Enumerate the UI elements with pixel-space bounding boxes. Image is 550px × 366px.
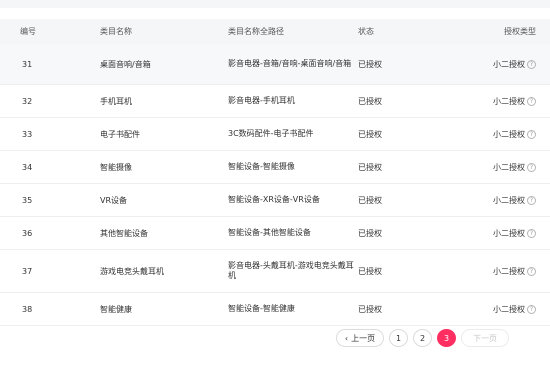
header-category-path: 类目名称全路径 xyxy=(228,26,284,36)
row-auth-type: 小二授权? xyxy=(478,129,550,140)
help-icon[interactable]: ? xyxy=(527,195,536,205)
top-strip xyxy=(0,0,550,8)
row-auth-label: 小二授权 xyxy=(493,266,525,276)
row-id: 38 xyxy=(22,304,33,314)
help-icon[interactable]: ? xyxy=(527,59,536,69)
row-id: 36 xyxy=(22,228,33,238)
row-id: 34 xyxy=(22,162,33,172)
header-id: 编号 xyxy=(20,27,36,36)
row-status: 已授权 xyxy=(358,129,382,139)
row-id: 32 xyxy=(22,96,33,106)
row-category-name: 智能摄像 xyxy=(100,162,132,172)
row-auth-type: 小二授权? xyxy=(478,195,550,206)
help-icon[interactable]: ? xyxy=(527,162,536,172)
row-status: 已授权 xyxy=(358,162,382,172)
table-row[interactable]: 31 桌面音响/音箱 影音电器-音箱/音响-桌面音响/音箱 已授权 小二授权? xyxy=(0,44,550,85)
row-auth-label: 小二授权 xyxy=(493,162,525,172)
page-2-button[interactable]: 2 xyxy=(413,329,432,347)
row-auth-label: 小二授权 xyxy=(493,304,525,314)
header-category-name: 类目名称 xyxy=(100,27,132,36)
help-icon[interactable]: ? xyxy=(527,228,536,238)
row-category-path: 3C数码配件-电子书配件 xyxy=(228,129,314,138)
help-icon[interactable]: ? xyxy=(527,129,536,139)
row-auth-type: 小二授权? xyxy=(478,228,550,239)
row-status: 已授权 xyxy=(358,228,382,238)
row-category-path: 智能设备-智能摄像 xyxy=(228,162,295,171)
row-status: 已授权 xyxy=(358,195,382,205)
row-category-name: 其他智能设备 xyxy=(100,228,148,238)
help-icon[interactable]: ? xyxy=(527,266,536,276)
table-row[interactable]: 37 游戏电竞头戴耳机 影音电器-头戴耳机-游戏电竞头戴耳机 已授权 小二授权? xyxy=(0,250,550,293)
row-auth-type: 小二授权? xyxy=(478,96,550,107)
pagination: ‹ 上一页 1 2 3 下一页 xyxy=(336,328,509,348)
table-header: 编号 类目名称 类目名称全路径 状态 授权类型 xyxy=(0,19,550,44)
row-auth-label: 小二授权 xyxy=(493,129,525,139)
page-3-button[interactable]: 3 xyxy=(437,329,456,347)
row-auth-type: 小二授权? xyxy=(478,59,550,70)
row-auth-label: 小二授权 xyxy=(493,195,525,205)
row-category-name: 游戏电竞头戴耳机 xyxy=(100,266,164,276)
row-status: 已授权 xyxy=(358,96,382,106)
row-category-name: 手机耳机 xyxy=(100,96,132,106)
header-status: 状态 xyxy=(358,27,374,36)
row-auth-type: 小二授权? xyxy=(478,266,550,277)
table-row[interactable]: 36 其他智能设备 智能设备-其他智能设备 已授权 小二授权? xyxy=(0,217,550,250)
prev-page-label: 上一页 xyxy=(351,333,376,343)
help-icon[interactable]: ? xyxy=(527,96,536,106)
chevron-left-icon: ‹ xyxy=(344,333,349,343)
row-category-path: 影音电器-头戴耳机-游戏电竞头戴耳机 xyxy=(228,261,354,280)
row-category-path: 智能设备-XR设备-VR设备 xyxy=(228,195,320,204)
row-status: 已授权 xyxy=(358,266,382,276)
row-status: 已授权 xyxy=(358,304,382,314)
row-id: 33 xyxy=(22,129,33,139)
row-auth-label: 小二授权 xyxy=(493,96,525,106)
row-category-name: 桌面音响/音箱 xyxy=(100,59,151,69)
row-id: 31 xyxy=(22,59,33,69)
next-page-button[interactable]: 下一页 xyxy=(461,329,509,347)
row-category-path: 智能设备-其他智能设备 xyxy=(228,228,311,237)
row-category-path: 影音电器-音箱/音响-桌面音响/音箱 xyxy=(228,59,352,68)
row-category-path: 智能设备-智能健康 xyxy=(228,304,295,313)
row-auth-type: 小二授权? xyxy=(478,162,550,173)
table-row[interactable]: 35 VR设备 智能设备-XR设备-VR设备 已授权 小二授权? xyxy=(0,184,550,217)
row-status: 已授权 xyxy=(358,59,382,69)
header-auth-type: 授权类型 xyxy=(504,27,536,36)
table-row[interactable]: 34 智能摄像 智能设备-智能摄像 已授权 小二授权? xyxy=(0,151,550,184)
row-auth-type: 小二授权? xyxy=(478,304,550,315)
row-category-name: 电子书配件 xyxy=(100,129,140,139)
table-row[interactable]: 33 电子书配件 3C数码配件-电子书配件 已授权 小二授权? xyxy=(0,118,550,151)
row-category-path: 影音电器-手机耳机 xyxy=(228,96,295,105)
row-auth-label: 小二授权 xyxy=(493,59,525,69)
help-icon[interactable]: ? xyxy=(527,304,536,314)
row-category-name: 智能健康 xyxy=(100,304,132,314)
row-id: 37 xyxy=(22,266,33,276)
prev-page-button[interactable]: ‹ 上一页 xyxy=(336,329,384,347)
table-row[interactable]: 38 智能健康 智能设备-智能健康 已授权 小二授权? xyxy=(0,293,550,326)
table-row[interactable]: 32 手机耳机 影音电器-手机耳机 已授权 小二授权? xyxy=(0,85,550,118)
row-auth-label: 小二授权 xyxy=(493,228,525,238)
row-id: 35 xyxy=(22,195,33,205)
category-table: 编号 类目名称 类目名称全路径 状态 授权类型 31 桌面音响/音箱 影音电器-… xyxy=(0,19,550,326)
row-category-name: VR设备 xyxy=(100,195,128,205)
page-1-button[interactable]: 1 xyxy=(389,329,408,347)
